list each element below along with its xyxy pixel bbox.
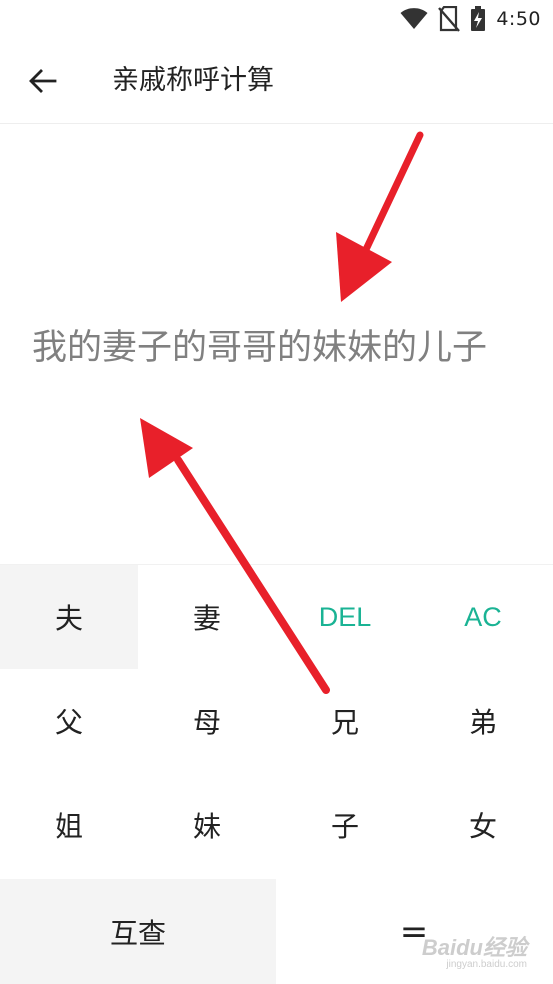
key-son[interactable]: 子 (276, 773, 414, 877)
status-icons: 4:50 (400, 4, 541, 34)
key-wife[interactable]: 妻 (138, 565, 276, 669)
key-daughter[interactable]: 女 (414, 773, 552, 877)
battery-charging-icon (470, 6, 486, 32)
key-mother[interactable]: 母 (138, 669, 276, 773)
arrow-left-icon (29, 69, 57, 93)
keypad: 夫 妻 DEL AC 父 母 兄 弟 姐 妹 子 女 互查 = (0, 564, 553, 984)
watermark-main: Baidu经验 (421, 935, 527, 960)
mutual-check-button[interactable]: 互查 (0, 879, 276, 984)
key-elder-sister[interactable]: 姐 (0, 773, 138, 877)
no-sim-icon (438, 6, 461, 32)
watermark-sub: jingyan.baidu.com (446, 959, 527, 970)
status-time: 4:50 (496, 8, 541, 30)
app-bar: 亲戚称呼计算 (0, 38, 553, 124)
key-younger-sister[interactable]: 妹 (138, 773, 276, 877)
delete-button[interactable]: DEL (276, 565, 414, 669)
relation-expression: 我的妻子的哥哥的妹妹的儿子 (32, 328, 488, 368)
wifi-icon (400, 8, 428, 30)
key-father[interactable]: 父 (0, 669, 138, 773)
status-bar: 4:50 (0, 0, 553, 38)
baidu-watermark: Baidu经验 jingyan.baidu.com (422, 937, 527, 971)
key-elder-brother[interactable]: 兄 (276, 669, 414, 773)
back-button[interactable] (22, 60, 64, 102)
clear-button[interactable]: AC (414, 565, 552, 669)
key-younger-brother[interactable]: 弟 (414, 669, 552, 773)
expression-display: 我的妻子的哥哥的妹妹的儿子 (0, 124, 553, 564)
page-title: 亲戚称呼计算 (112, 65, 274, 96)
key-husband[interactable]: 夫 (0, 565, 138, 669)
